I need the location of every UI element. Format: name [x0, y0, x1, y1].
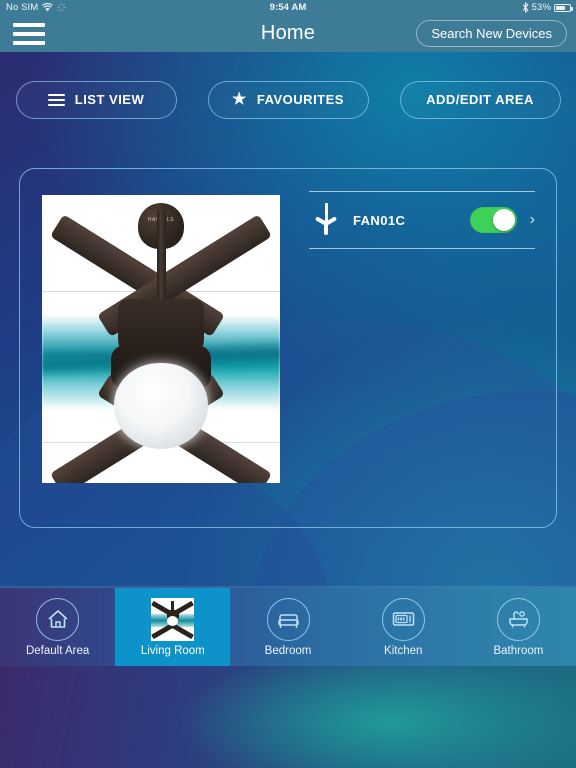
fan-icon [311, 203, 341, 237]
add-edit-area-button[interactable]: ADD/EDIT AREA [399, 80, 561, 119]
bathtub-icon [496, 597, 540, 641]
view-toolbar: LIST VIEW ★ FAVOURITES ADD/EDIT AREA [0, 52, 576, 147]
ceiling-fan-photo: HAVELLS [42, 195, 280, 483]
device-row-fan01c[interactable]: FAN01C › [309, 192, 535, 248]
area-device-card: HAVELLS FAN01C › [19, 168, 557, 528]
tab-label: Default Area [25, 644, 90, 657]
device-list: FAN01C › [309, 191, 535, 249]
navigation-bar: Home Search New Devices [0, 15, 576, 52]
favourites-label: FAVOURITES [256, 92, 344, 107]
device-name-label: FAN01C [353, 212, 406, 228]
tab-kitchen[interactable]: Kitchen [346, 588, 461, 666]
fan-downrod [156, 209, 166, 311]
fan-light-bowl [114, 363, 208, 449]
list-icon [47, 93, 65, 106]
add-edit-area-label: ADD/EDIT AREA [426, 92, 534, 107]
tab-label: Bathroom [493, 644, 544, 657]
microwave-icon [381, 597, 425, 641]
bed-icon [266, 597, 310, 641]
battery-icon [554, 3, 573, 12]
bottom-gradient-pane [0, 666, 576, 768]
tab-bathroom[interactable]: Bathroom [461, 588, 576, 666]
home-icon [36, 597, 80, 641]
star-icon: ★ [232, 90, 247, 108]
tab-living-room[interactable]: Living Room [115, 588, 231, 666]
device-divider-bottom [309, 248, 535, 249]
status-bar: No SIM 9:54 AM 53% [0, 0, 576, 15]
app-root: No SIM 9:54 AM 53% Home Search New Devic… [0, 0, 576, 768]
list-view-button[interactable]: LIST VIEW [15, 80, 177, 119]
tab-label: Living Room [140, 644, 205, 657]
tab-bedroom[interactable]: Bedroom [230, 588, 345, 666]
area-tab-bar: Default Area Living Room Bedroom Kitchen… [0, 588, 576, 666]
search-new-devices-button[interactable]: Search New Devices [416, 20, 567, 47]
tab-default-area[interactable]: Default Area [0, 588, 115, 666]
tab-label: Kitchen [384, 644, 423, 657]
status-bar-time: 9:54 AM [269, 2, 307, 13]
ceiling-fan-thumbnail [151, 597, 195, 641]
favourites-button[interactable]: ★ FAVOURITES [207, 80, 369, 119]
tab-label: Bedroom [264, 644, 312, 657]
device-power-toggle[interactable] [469, 207, 517, 233]
list-view-label: LIST VIEW [74, 92, 145, 107]
chevron-right-icon[interactable]: › [530, 211, 535, 229]
